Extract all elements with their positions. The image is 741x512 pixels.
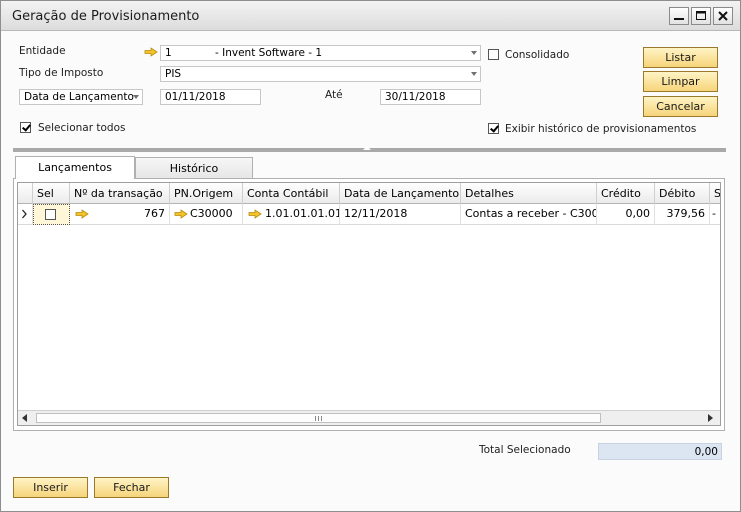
- limpar-button[interactable]: Limpar: [643, 71, 718, 92]
- grid-header: Sel Nº da transação PN.Origem Conta Cont…: [18, 183, 720, 204]
- row-indicator-icon: [18, 204, 33, 225]
- selecionar-todos-label: Selecionar todos: [38, 122, 126, 134]
- tipo-imposto-value: PIS: [165, 68, 182, 80]
- tipo-imposto-dropdown[interactable]: PIS: [160, 66, 481, 82]
- cell-debito: 379,56: [655, 204, 710, 225]
- entidade-dropdown[interactable]: 1 - Invent Software - 1: [160, 45, 481, 61]
- title-bar: Geração de Provisionamento: [1, 1, 740, 31]
- cell-data-lancamento: 12/11/2018: [340, 204, 461, 225]
- cell-pn-origem-value: C30000: [190, 207, 233, 220]
- cell-conta-value: 1.01.01.01.01: [265, 207, 340, 220]
- window: Geração de Provisionamento Entidade 1 - …: [0, 0, 741, 512]
- scroll-right-icon[interactable]: [708, 414, 713, 422]
- entidade-name: - Invent Software - 1: [215, 47, 323, 59]
- lancamentos-grid: Sel Nº da transação PN.Origem Conta Cont…: [17, 182, 721, 426]
- inserir-button[interactable]: Inserir: [13, 477, 88, 498]
- cell-credito: 0,00: [597, 204, 655, 225]
- tipo-imposto-label: Tipo de Imposto: [19, 67, 104, 79]
- cancelar-button[interactable]: Cancelar: [643, 96, 718, 117]
- date-type-value: Data de Lançamento: [24, 91, 134, 103]
- grip-icon: [315, 416, 322, 421]
- maximize-button[interactable]: [691, 7, 711, 25]
- cell-saldo: -: [712, 207, 716, 220]
- fechar-button[interactable]: Fechar: [94, 477, 169, 498]
- listar-button[interactable]: Listar: [643, 47, 718, 68]
- column-header-saldo[interactable]: Sa: [710, 183, 720, 204]
- chevron-down-icon: [471, 72, 477, 76]
- link-arrow-icon[interactable]: [75, 209, 89, 219]
- consolidado-checkbox[interactable]: [488, 49, 499, 60]
- link-arrow-icon[interactable]: [144, 47, 158, 57]
- entidade-label: Entidade: [19, 45, 66, 57]
- date-to-input[interactable]: 30/11/2018: [380, 89, 481, 105]
- column-header-detalhes[interactable]: Detalhes: [461, 183, 597, 204]
- minimize-icon: [674, 18, 684, 20]
- cell-transacao-value: 767: [144, 207, 165, 220]
- cell-detalhes: Contas a receber - C30000: [461, 204, 597, 225]
- date-from-input[interactable]: 01/11/2018: [160, 89, 261, 105]
- cell-pn-origem: C30000: [170, 204, 243, 225]
- maximize-icon: [696, 11, 706, 20]
- scrollbar-thumb[interactable]: [36, 413, 601, 423]
- exibir-historico-label: Exibir histórico de provisionamentos: [505, 123, 697, 135]
- close-button[interactable]: [713, 7, 733, 25]
- tab-lancamentos[interactable]: Lançamentos: [15, 156, 135, 179]
- close-icon: [718, 11, 728, 21]
- scroll-left-icon[interactable]: [22, 414, 27, 422]
- total-selecionado-value: 0,00: [598, 443, 722, 460]
- date-from-value: 01/11/2018: [165, 91, 226, 103]
- minimize-button[interactable]: [669, 7, 689, 25]
- tab-historico[interactable]: Histórico: [135, 157, 253, 179]
- column-header-transacao[interactable]: Nº da transação: [70, 183, 170, 204]
- chevron-down-icon: [133, 95, 139, 99]
- chevron-down-icon: [471, 51, 477, 55]
- ate-label: Até: [325, 89, 343, 101]
- link-arrow-icon[interactable]: [174, 209, 188, 219]
- consolidado-label: Consolidado: [505, 49, 570, 61]
- column-header-data-lancamento[interactable]: Data de Lançamento: [340, 183, 461, 204]
- column-header-credito[interactable]: Crédito: [597, 183, 655, 204]
- total-selecionado-label: Total Selecionado: [479, 444, 571, 456]
- link-arrow-icon[interactable]: [248, 209, 262, 219]
- selecionar-todos-checkbox[interactable]: [20, 122, 31, 133]
- splitter-arrow-icon: [363, 146, 371, 150]
- row-select-checkbox[interactable]: [45, 209, 56, 220]
- table-row[interactable]: 767 C30000 1.01.01.01.01 12/11/2018 Cont…: [18, 204, 720, 225]
- column-header-debito[interactable]: Débito: [655, 183, 710, 204]
- window-title: Geração de Provisionamento: [12, 9, 200, 24]
- exibir-historico-checkbox[interactable]: [488, 123, 499, 134]
- cell-transacao: 767: [70, 204, 170, 225]
- horizontal-scrollbar[interactable]: [18, 410, 720, 425]
- column-header-pn-origem[interactable]: PN.Origem: [170, 183, 243, 204]
- row-selector-header: [18, 183, 33, 204]
- date-type-dropdown[interactable]: Data de Lançamento: [19, 89, 143, 105]
- cell-conta-contabil: 1.01.01.01.01: [243, 204, 340, 225]
- column-header-conta-contabil[interactable]: Conta Contábil: [243, 183, 340, 204]
- entidade-code: 1: [165, 47, 172, 59]
- row-sel-cell[interactable]: [33, 204, 70, 225]
- column-header-sel[interactable]: Sel: [33, 183, 70, 204]
- date-to-value: 30/11/2018: [385, 91, 446, 103]
- tab-panel: Sel Nº da transação PN.Origem Conta Cont…: [13, 178, 725, 431]
